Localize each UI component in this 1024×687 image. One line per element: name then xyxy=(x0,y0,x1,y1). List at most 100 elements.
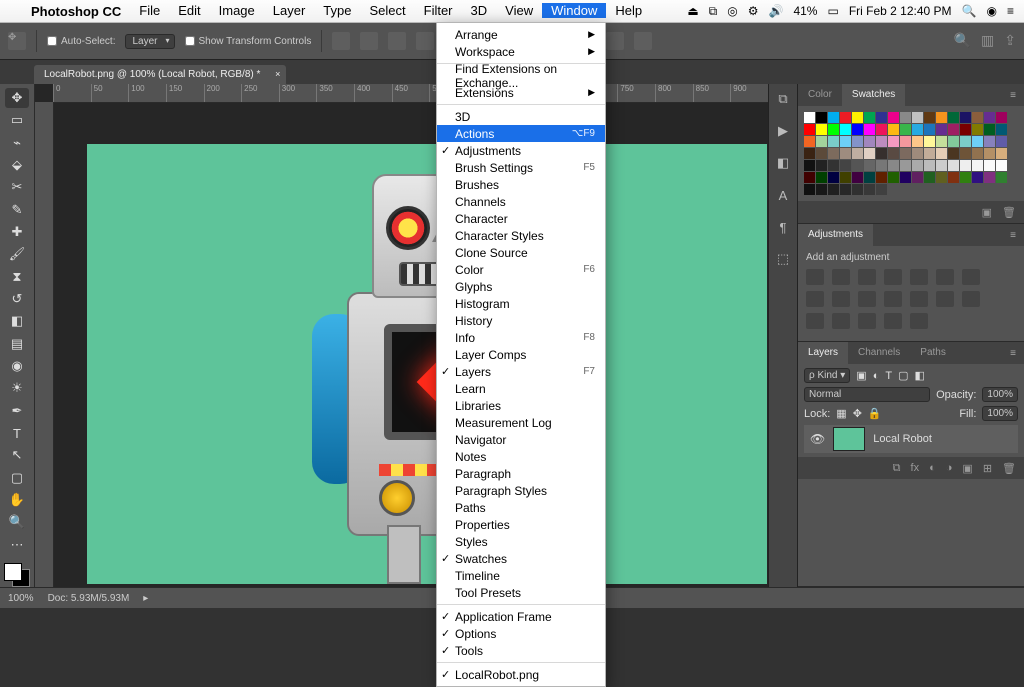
swatch[interactable] xyxy=(828,112,839,123)
adj-lookup-icon[interactable] xyxy=(884,291,902,307)
rail-histogram-icon[interactable]: ⧉ xyxy=(774,90,792,108)
stamp-tool[interactable]: ⧗ xyxy=(5,267,29,287)
menu-item-properties[interactable]: Properties xyxy=(437,516,605,533)
menu-item-swatches[interactable]: ✓Swatches xyxy=(437,550,605,567)
layer-name[interactable]: Local Robot xyxy=(873,433,932,445)
swatch[interactable] xyxy=(876,124,887,135)
swatch[interactable] xyxy=(876,112,887,123)
adj-more2-icon[interactable] xyxy=(884,313,902,329)
blend-mode-dropdown[interactable]: Normal xyxy=(804,387,930,402)
menu-item-character[interactable]: Character xyxy=(437,210,605,227)
auto-select-checkbox[interactable]: Auto-Select: xyxy=(47,36,115,47)
swatch[interactable] xyxy=(912,172,923,183)
swatch[interactable] xyxy=(924,124,935,135)
swatch[interactable] xyxy=(852,172,863,183)
swatch[interactable] xyxy=(804,172,815,183)
menu-file[interactable]: File xyxy=(130,3,169,18)
adj-brightness-icon[interactable] xyxy=(806,269,824,285)
rail-properties-icon[interactable]: ◧ xyxy=(774,154,792,172)
lasso-tool[interactable]: ⌁ xyxy=(5,133,29,153)
swatch[interactable] xyxy=(984,160,995,171)
swatch[interactable] xyxy=(924,148,935,159)
healing-tool[interactable]: ✚ xyxy=(5,222,29,242)
swatch[interactable] xyxy=(984,112,995,123)
swatch[interactable] xyxy=(912,160,923,171)
panel-menu-icon[interactable]: ≡ xyxy=(1002,348,1024,359)
menu-item-libraries[interactable]: Libraries xyxy=(437,397,605,414)
lock-position-icon[interactable]: ✥ xyxy=(853,407,862,420)
menu-item-clone-source[interactable]: Clone Source xyxy=(437,244,605,261)
swatch[interactable] xyxy=(984,124,995,135)
swatch[interactable] xyxy=(960,160,971,171)
menu-item-notes[interactable]: Notes xyxy=(437,448,605,465)
filter-pixel-icon[interactable]: ▣ xyxy=(856,369,866,382)
swatch[interactable] xyxy=(864,160,875,171)
move-tool[interactable]: ✥ xyxy=(5,88,29,108)
menu-item-paragraph-styles[interactable]: Paragraph Styles xyxy=(437,482,605,499)
swatch[interactable] xyxy=(864,112,875,123)
swatch[interactable] xyxy=(876,160,887,171)
new-swatch-icon[interactable]: ▣ xyxy=(982,206,992,219)
menu-item-paths[interactable]: Paths xyxy=(437,499,605,516)
menu-layer[interactable]: Layer xyxy=(264,3,315,18)
menu-view[interactable]: View xyxy=(496,3,542,18)
path-tool[interactable]: ↖ xyxy=(5,445,29,465)
swatch[interactable] xyxy=(996,112,1007,123)
adj-photo-icon[interactable] xyxy=(832,291,850,307)
swatch[interactable] xyxy=(948,136,959,147)
channels-tab[interactable]: Channels xyxy=(848,342,910,364)
swatch[interactable] xyxy=(996,136,1007,147)
swatch[interactable] xyxy=(828,124,839,135)
battery-icon[interactable]: ▭ xyxy=(827,4,838,18)
layer-item[interactable]: 👁 Local Robot xyxy=(804,425,1018,453)
quick-select-tool[interactable]: ⬙ xyxy=(5,155,29,175)
adj-levels-icon[interactable] xyxy=(832,269,850,285)
swatch[interactable] xyxy=(852,148,863,159)
edit-toolbar[interactable]: ⋯ xyxy=(5,535,29,555)
swatch[interactable] xyxy=(960,148,971,159)
menu-item-learn[interactable]: Learn xyxy=(437,380,605,397)
swatch[interactable] xyxy=(936,148,947,159)
menu-item-layer-comps[interactable]: Layer Comps xyxy=(437,346,605,363)
adj-curves-icon[interactable] xyxy=(858,269,876,285)
menu-item-adjustments[interactable]: ✓Adjustments xyxy=(437,142,605,159)
zoom-tool[interactable]: 🔍 xyxy=(5,512,29,532)
doc-size[interactable]: Doc: 5.93M/5.93M xyxy=(48,593,130,604)
menu-help[interactable]: Help xyxy=(606,3,651,18)
align-top-icon[interactable] xyxy=(416,32,434,50)
swatch[interactable] xyxy=(996,148,1007,159)
sync-icon[interactable]: ◎ xyxy=(727,4,737,18)
share-icon[interactable]: ⇪ xyxy=(1004,32,1016,50)
crop-tool[interactable]: ✂ xyxy=(5,177,29,197)
swatch[interactable] xyxy=(900,172,911,183)
swatch[interactable] xyxy=(972,160,983,171)
menu-item-localrobot-png[interactable]: ✓LocalRobot.png xyxy=(437,666,605,683)
close-tab-icon[interactable]: × xyxy=(275,69,280,79)
swatch[interactable] xyxy=(828,160,839,171)
menu-item-workspace[interactable]: Workspace▶ xyxy=(437,43,605,60)
swatch[interactable] xyxy=(972,124,983,135)
menu-item-histogram[interactable]: Histogram xyxy=(437,295,605,312)
swatch[interactable] xyxy=(816,184,827,195)
foreground-color[interactable] xyxy=(4,563,22,581)
swatch[interactable] xyxy=(864,172,875,183)
panel-menu-icon[interactable]: ≡ xyxy=(1002,90,1024,101)
menu-item-styles[interactable]: Styles xyxy=(437,533,605,550)
swatch[interactable] xyxy=(804,184,815,195)
color-tab[interactable]: Color xyxy=(798,84,842,106)
swatch[interactable] xyxy=(864,148,875,159)
swatch[interactable] xyxy=(864,136,875,147)
swatch[interactable] xyxy=(816,112,827,123)
lock-pixels-icon[interactable]: ▦ xyxy=(836,407,846,420)
brush-tool[interactable]: 🖌 xyxy=(5,244,29,264)
menu-edit[interactable]: Edit xyxy=(169,3,209,18)
swatch[interactable] xyxy=(888,136,899,147)
swatch[interactable] xyxy=(828,148,839,159)
siri-icon[interactable]: ◉ xyxy=(987,4,997,18)
swatch[interactable] xyxy=(804,112,815,123)
type-tool[interactable]: T xyxy=(5,423,29,443)
new-fill-icon[interactable]: ◑ xyxy=(946,462,953,474)
menu-item-measurement-log[interactable]: Measurement Log xyxy=(437,414,605,431)
dropbox-icon[interactable]: ⧉ xyxy=(709,4,718,19)
menu-filter[interactable]: Filter xyxy=(415,3,462,18)
